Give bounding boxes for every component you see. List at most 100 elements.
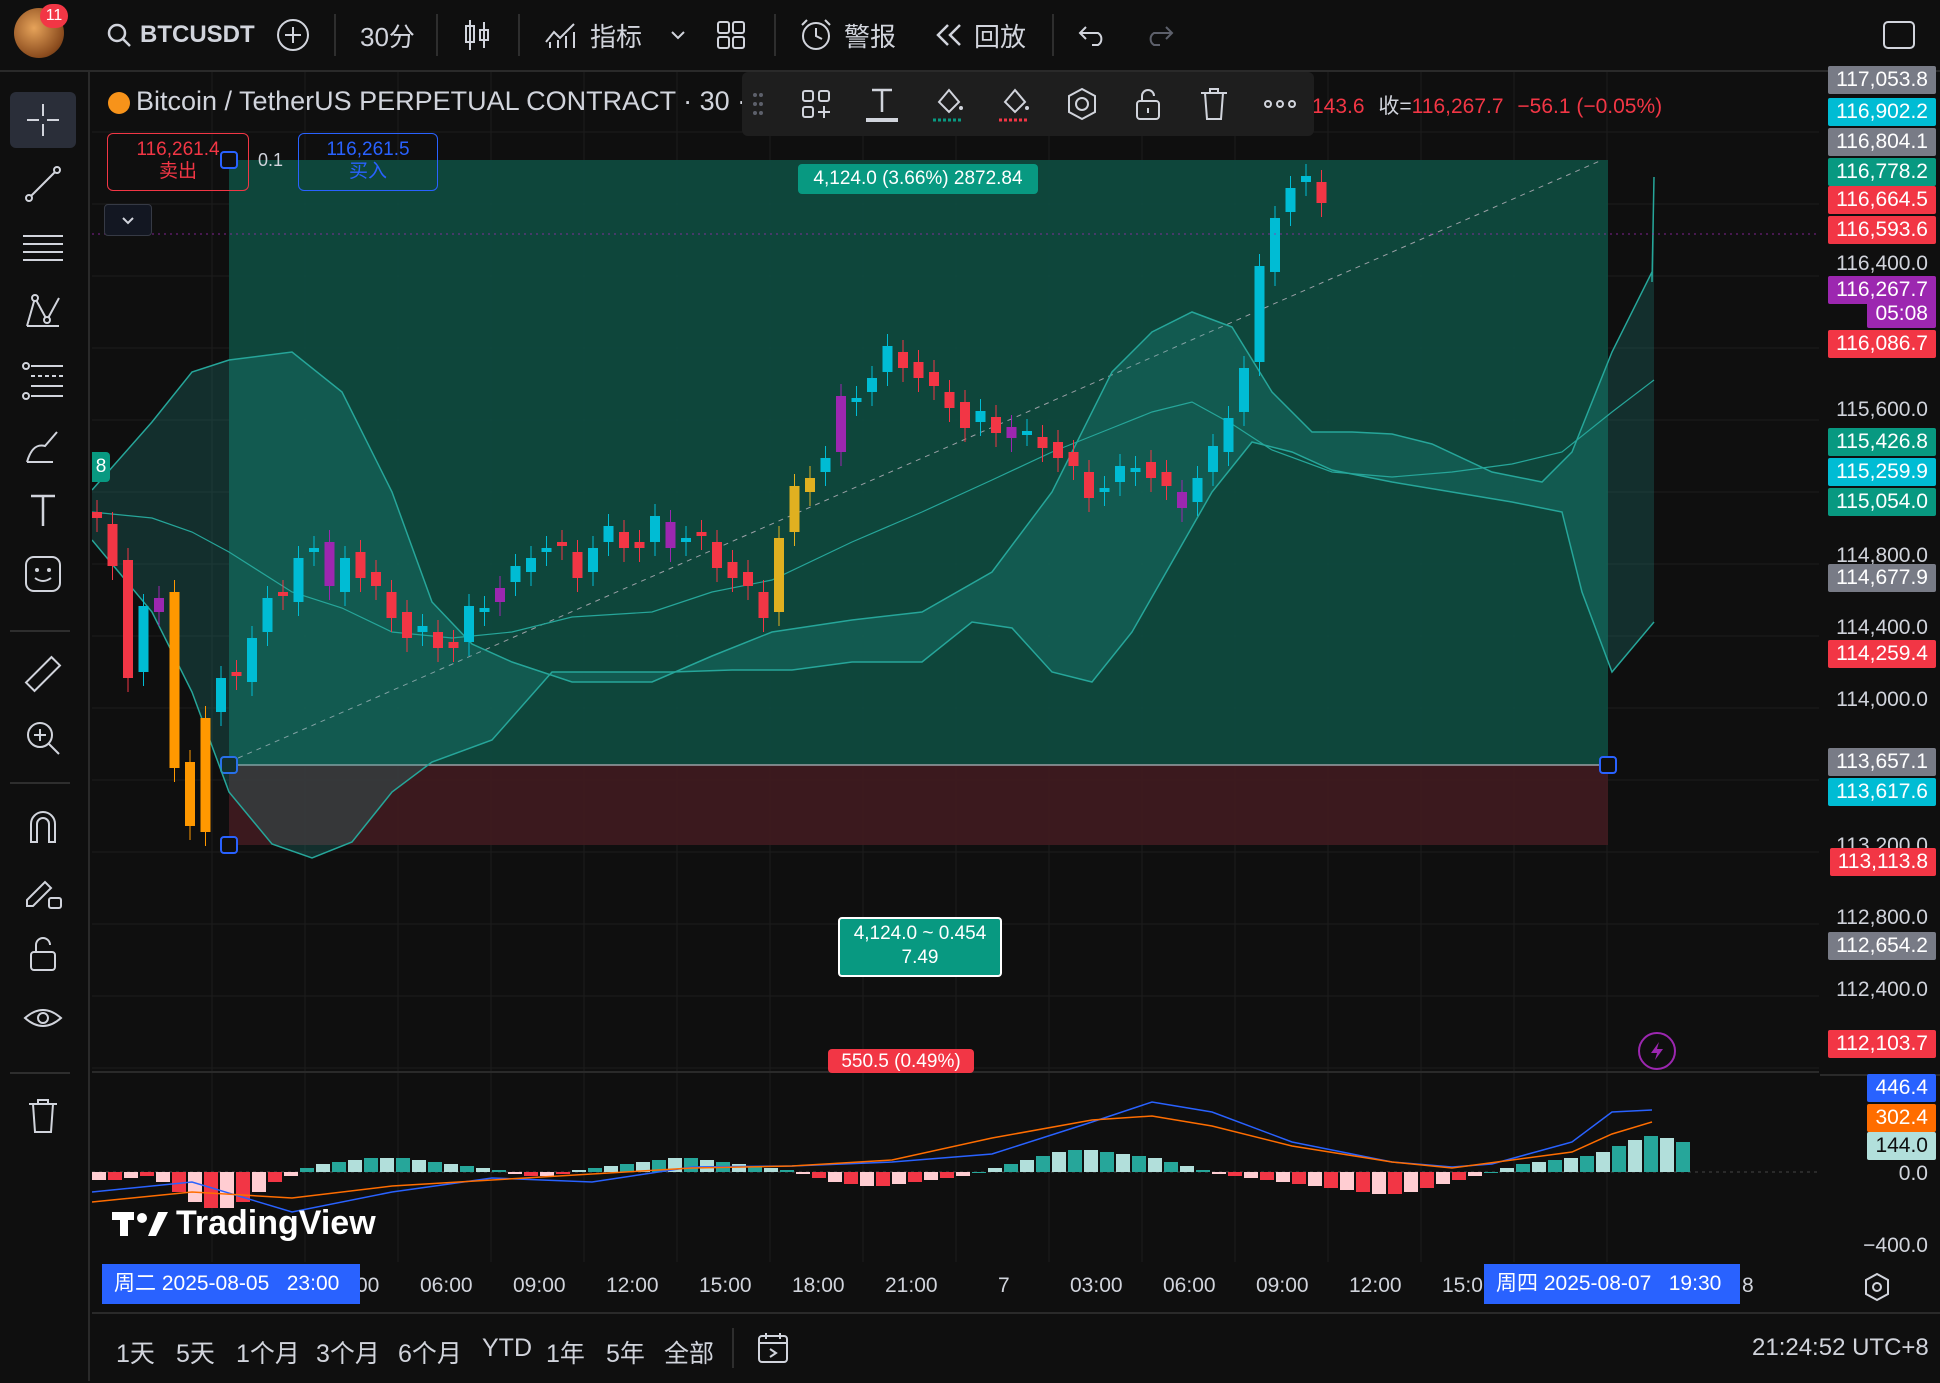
text-tool[interactable] <box>10 482 76 538</box>
candle-body <box>696 532 707 536</box>
price-label[interactable]: 117,053.8 <box>1828 66 1936 94</box>
symbol-search-button[interactable]: BTCUSDT <box>106 0 255 70</box>
buy-button[interactable]: 116,261.5 买入 <box>298 133 438 191</box>
redo-button[interactable] <box>1144 0 1174 70</box>
bottom-toolbar: 1天 5天 1个月 3个月 6个月 YTD 1年 5年 全部 21:24:52 … <box>92 1312 1940 1383</box>
range-ytd-button[interactable]: YTD <box>482 1334 532 1363</box>
chart-settings-button[interactable] <box>1862 1272 1892 1307</box>
range-end-label[interactable]: 周四 2025-08-07 19:30 <box>1484 1264 1740 1304</box>
pattern-tool[interactable] <box>10 284 76 340</box>
candle-body <box>1301 176 1311 182</box>
drag-handle[interactable] <box>748 82 768 126</box>
range-all-button[interactable]: 全部 <box>664 1334 714 1370</box>
price-label[interactable]: 115,054.0 <box>1828 488 1936 516</box>
lock-all-tool[interactable] <box>10 926 76 982</box>
range-1m-button[interactable]: 1个月 <box>236 1334 300 1370</box>
ruler-tool[interactable] <box>10 646 76 702</box>
price-label[interactable]: 114,677.9 <box>1828 564 1936 592</box>
range-6m-button[interactable]: 6个月 <box>398 1334 462 1370</box>
chart-type-button[interactable] <box>462 0 492 70</box>
price-axis[interactable]: 116,400.0 115,600.0 114,800.0 114,400.0 … <box>1820 66 1940 1262</box>
horizontal-lines-tool[interactable] <box>10 220 76 276</box>
macd-histogram-bar <box>156 1172 170 1182</box>
candle-body <box>340 558 350 592</box>
lock-drawing-button[interactable] <box>1126 82 1170 126</box>
side-badge[interactable]: 8 <box>92 452 110 482</box>
trash-icon <box>29 1099 57 1133</box>
stop-label[interactable]: 550.5 (0.49%) 750 <box>828 1049 974 1073</box>
target-label[interactable]: 4,124.0 (3.66%) 2872.84 <box>798 164 1038 194</box>
lightning-button[interactable] <box>1638 1032 1676 1070</box>
brush-tool[interactable] <box>10 418 76 474</box>
macd-histogram-bar <box>268 1172 282 1182</box>
macd-label[interactable]: 446.4 <box>1867 1074 1936 1102</box>
range-1d-button[interactable]: 1天 <box>116 1334 155 1370</box>
delete-drawing-button[interactable] <box>1192 82 1236 126</box>
price-label[interactable]: 113,113.8 <box>1829 848 1936 876</box>
chart-pane[interactable] <box>92 72 1819 1262</box>
indicators-dropdown[interactable] <box>670 0 686 70</box>
price-label[interactable]: 112,103.7 <box>1828 1030 1936 1058</box>
spread-value: 0.1 <box>258 150 284 170</box>
macd-histogram-bar <box>572 1170 586 1172</box>
forecast-tool[interactable] <box>10 352 76 408</box>
alerts-button[interactable]: 警报 <box>798 0 896 70</box>
histogram-label[interactable]: 144.0 <box>1867 1132 1936 1160</box>
price-label[interactable]: 112,654.2 <box>1828 932 1936 960</box>
profit-fill-button[interactable] <box>926 82 970 126</box>
candle-body <box>1270 218 1280 272</box>
zoom-tool[interactable] <box>10 710 76 766</box>
crosshair-tool[interactable] <box>10 92 76 148</box>
range-5d-button[interactable]: 5天 <box>176 1334 215 1370</box>
collapse-legend-button[interactable] <box>104 204 152 236</box>
price-label[interactable]: 116,902.2 <box>1828 98 1936 126</box>
sell-button[interactable]: 116,261.4 卖出 <box>107 133 249 191</box>
notification-badge[interactable]: 11 <box>40 4 68 28</box>
goto-date-button[interactable] <box>756 1330 792 1371</box>
price-label[interactable]: 113,617.6 <box>1828 778 1936 806</box>
range-1y-button[interactable]: 1年 <box>546 1334 585 1370</box>
price-label[interactable]: 116,086.7 <box>1828 330 1936 358</box>
text-color-button[interactable] <box>860 82 904 126</box>
trend-line-tool[interactable] <box>10 156 76 212</box>
macd-histogram-bar <box>1644 1136 1658 1172</box>
range-start-label[interactable]: 周二 2025-08-05 23:00 <box>102 1264 360 1304</box>
price-label[interactable]: 114,259.4 <box>1828 640 1936 668</box>
range-3m-button[interactable]: 3个月 <box>316 1334 380 1370</box>
hide-drawings-tool[interactable] <box>10 990 76 1046</box>
signal-label[interactable]: 302.4 <box>1867 1104 1936 1132</box>
legend-title[interactable]: Bitcoin / TetherUS PERPETUAL CONTRACT · … <box>136 86 746 116</box>
replay-button[interactable]: 回放 <box>934 0 1026 70</box>
loss-fill-button[interactable] <box>992 82 1036 126</box>
layout-button[interactable] <box>716 0 746 70</box>
time-axis[interactable]: 00 06:00 09:00 12:00 15:00 18:00 21:00 7… <box>92 1262 1819 1312</box>
price-label[interactable]: 116,593.6 <box>1828 216 1936 244</box>
price-label[interactable]: 115,259.9 <box>1828 458 1936 486</box>
tradingview-watermark[interactable]: TradingView <box>112 1204 376 1243</box>
emoji-tool[interactable] <box>10 546 76 602</box>
undo-button[interactable] <box>1078 0 1108 70</box>
remove-drawings-tool[interactable] <box>10 1088 76 1144</box>
price-label[interactable]: 115,426.8 <box>1828 428 1936 456</box>
chart-canvas[interactable] <box>92 72 1819 1262</box>
fullscreen-button[interactable] <box>1882 0 1916 70</box>
clock-timezone[interactable]: 21:24:52 UTC+8 <box>1752 1334 1929 1362</box>
price-label[interactable]: 116,778.2 <box>1828 158 1936 186</box>
magnet-tool[interactable] <box>10 798 76 854</box>
macd-histogram-bar <box>444 1164 458 1172</box>
interval-button[interactable]: 30分 <box>360 0 415 70</box>
compare-add-button[interactable] <box>276 0 310 70</box>
range-5y-button[interactable]: 5年 <box>606 1334 645 1370</box>
unlock-icon <box>30 937 56 971</box>
more-button[interactable] <box>1258 82 1302 126</box>
candle-body <box>1316 182 1327 203</box>
price-label[interactable]: 116,804.1 <box>1828 128 1936 156</box>
indicators-button[interactable]: 指标 <box>544 0 642 70</box>
lock-drawing-mode-tool[interactable] <box>10 862 76 918</box>
price-label[interactable]: 116,664.5 <box>1828 186 1936 214</box>
price-label[interactable]: 113,657.1 <box>1828 748 1936 776</box>
position-center-label[interactable]: 4,124.0 ~ 0.454 7.49 <box>838 917 1002 977</box>
templates-button[interactable] <box>794 82 838 126</box>
countdown-label[interactable]: 05:08 <box>1867 300 1936 328</box>
settings-button[interactable] <box>1060 82 1104 126</box>
